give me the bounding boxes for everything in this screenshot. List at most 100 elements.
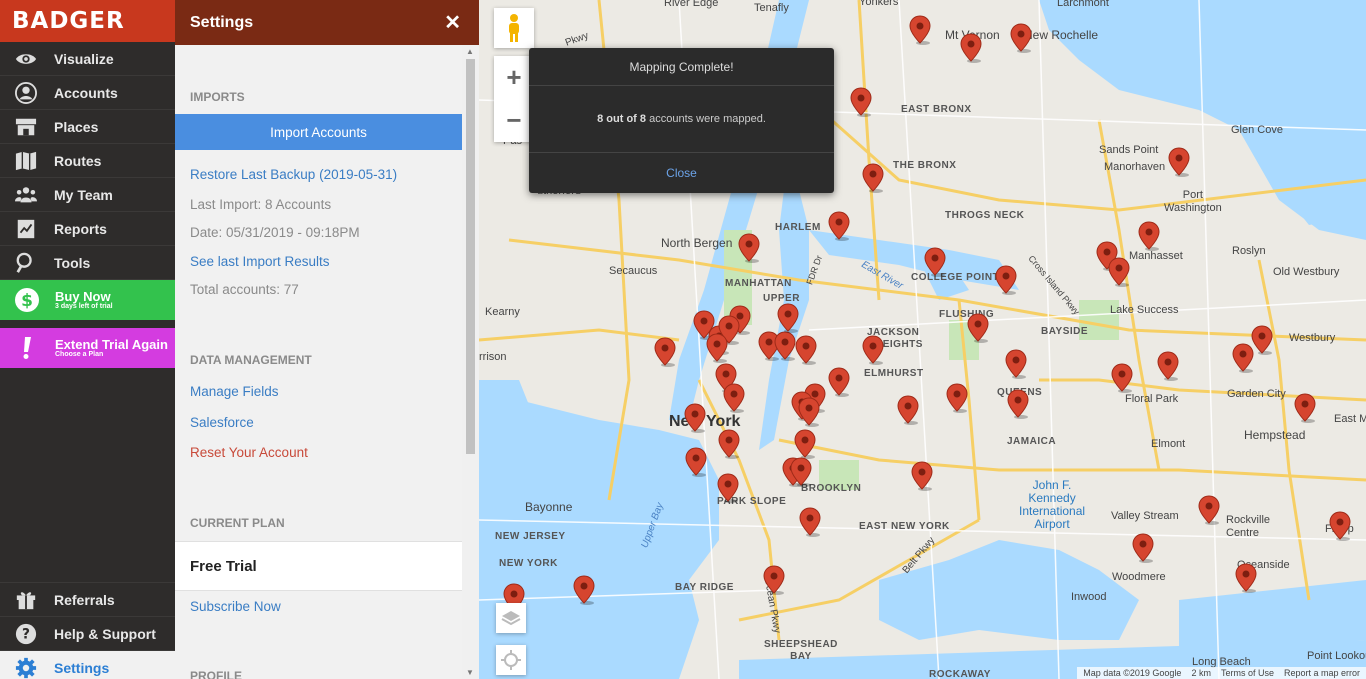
map-pin[interactable] — [862, 163, 884, 193]
layers-icon[interactable] — [496, 603, 526, 633]
zoom-out-button[interactable]: − — [494, 99, 534, 142]
map-pin[interactable] — [946, 383, 968, 413]
nav-visualize[interactable]: Visualize — [0, 42, 175, 76]
map-pin[interactable] — [897, 395, 919, 425]
exclamation-icon — [14, 336, 40, 360]
map-pin[interactable] — [828, 211, 850, 241]
panel-scrollbar[interactable]: ▲ ▼ — [462, 45, 479, 679]
map-pin[interactable] — [799, 507, 821, 537]
map-pin[interactable] — [1235, 563, 1257, 593]
subscribe-now-link[interactable]: Subscribe Now — [190, 599, 281, 614]
map-pin[interactable] — [1111, 363, 1133, 393]
map-label: Valley Stream — [1111, 510, 1179, 522]
map-pin[interactable] — [1005, 349, 1027, 379]
badger-logo[interactable]: BADGER — [0, 0, 175, 42]
map-pin[interactable] — [850, 87, 872, 117]
map-pin[interactable] — [654, 337, 676, 367]
nav-tools[interactable]: Tools — [0, 246, 175, 280]
last-import-text: Last Import: 8 Accounts — [190, 197, 332, 212]
nav-accounts[interactable]: Accounts — [0, 76, 175, 110]
nav-my-team[interactable]: My Team — [0, 178, 175, 212]
manage-fields-link[interactable]: Manage Fields — [190, 384, 279, 399]
map-pin[interactable] — [1157, 351, 1179, 381]
map-pin[interactable] — [1198, 495, 1220, 525]
map-pin[interactable] — [828, 367, 850, 397]
nav-referrals[interactable]: Referrals — [0, 582, 175, 616]
extend-trial-button[interactable]: Extend Trial Again Choose a Plan — [0, 328, 175, 368]
svg-text:?: ? — [22, 626, 30, 642]
map-pin[interactable] — [718, 429, 740, 459]
report-map-error-link[interactable]: Report a map error — [1284, 668, 1360, 678]
map-label: BAYSIDE — [1041, 326, 1089, 337]
map-pin[interactable] — [1108, 257, 1130, 287]
map-pin[interactable] — [573, 575, 595, 605]
map-pin[interactable] — [967, 313, 989, 343]
map-pin[interactable] — [763, 565, 785, 595]
settings-title: Settings — [190, 13, 254, 31]
map-pin[interactable] — [909, 15, 931, 45]
dialog-title: Mapping Complete! — [529, 48, 834, 86]
map-pin[interactable] — [911, 461, 933, 491]
gift-icon — [13, 589, 39, 611]
zoom-in-button[interactable]: + — [494, 56, 534, 99]
current-plan-value: Free Trial — [175, 541, 462, 591]
restore-backup-link[interactable]: Restore Last Backup (2019-05-31) — [190, 167, 397, 182]
map-pin[interactable] — [685, 447, 707, 477]
map-pin[interactable] — [924, 247, 946, 277]
map-label: HARLEM — [775, 222, 821, 233]
map-pin[interactable] — [774, 331, 796, 361]
left-nav: BADGER Visualize Accounts Places Routes … — [0, 0, 175, 679]
salesforce-link[interactable]: Salesforce — [190, 415, 254, 430]
buy-now-button[interactable]: $ Buy Now 3 days left of trial — [0, 280, 175, 320]
dialog-close-button[interactable]: Close — [529, 153, 834, 193]
report-icon — [13, 218, 39, 240]
terms-link[interactable]: Terms of Use — [1221, 668, 1274, 678]
map-pin[interactable] — [960, 33, 982, 63]
map-label: Kearny — [485, 306, 520, 318]
map-pin[interactable] — [795, 335, 817, 365]
map-pin[interactable] — [717, 473, 739, 503]
map-pin[interactable] — [1251, 325, 1273, 355]
reset-account-link[interactable]: Reset Your Account — [190, 445, 308, 460]
nav-reports[interactable]: Reports — [0, 212, 175, 246]
map-pin[interactable] — [1010, 23, 1032, 53]
scroll-up-icon[interactable]: ▲ — [466, 47, 474, 56]
map-pin[interactable] — [1007, 389, 1029, 419]
map-pin[interactable] — [1329, 511, 1351, 541]
map-pin[interactable] — [723, 383, 745, 413]
nav-settings[interactable]: Settings — [0, 650, 175, 679]
map-attribution: Map data ©2019 Google 2 km Terms of Use … — [1077, 667, 1366, 679]
map-pin[interactable] — [790, 457, 812, 487]
map-pin[interactable] — [798, 397, 820, 427]
map-pin[interactable] — [862, 335, 884, 365]
user-circle-icon — [13, 81, 39, 104]
map-label: EAST NEW YORK — [859, 521, 950, 532]
svg-text:$: $ — [21, 291, 33, 311]
map-label: Larchmont — [1057, 0, 1109, 9]
map-label: John F. Kennedy International Airport — [1019, 478, 1086, 531]
scroll-down-icon[interactable]: ▼ — [466, 668, 474, 677]
nav-places[interactable]: Places — [0, 110, 175, 144]
map-pin[interactable] — [706, 333, 728, 363]
my-location-icon[interactable] — [496, 645, 526, 675]
map-label: NEW YORK — [499, 558, 558, 569]
map-pin[interactable] — [738, 233, 760, 263]
close-icon[interactable]: ✕ — [444, 10, 461, 35]
map-pin[interactable] — [1132, 533, 1154, 563]
map-label: East M — [1334, 413, 1366, 425]
map-pin[interactable] — [794, 429, 816, 459]
import-accounts-button[interactable]: Import Accounts — [175, 114, 462, 150]
scroll-thumb[interactable] — [466, 59, 475, 454]
nav-help-support[interactable]: ? Help & Support — [0, 616, 175, 650]
map-pin[interactable] — [684, 403, 706, 433]
nav-routes[interactable]: Routes — [0, 144, 175, 178]
pegman-icon[interactable] — [494, 8, 534, 48]
map-pin[interactable] — [1138, 221, 1160, 251]
map-pin[interactable] — [1168, 147, 1190, 177]
map-pin[interactable] — [995, 265, 1017, 295]
map-pin[interactable] — [777, 303, 799, 333]
map-label: EAST BRONX — [901, 104, 972, 115]
map-label: ELMHURST — [864, 368, 924, 379]
see-import-results-link[interactable]: See last Import Results — [190, 254, 330, 269]
map-pin[interactable] — [1294, 393, 1316, 423]
